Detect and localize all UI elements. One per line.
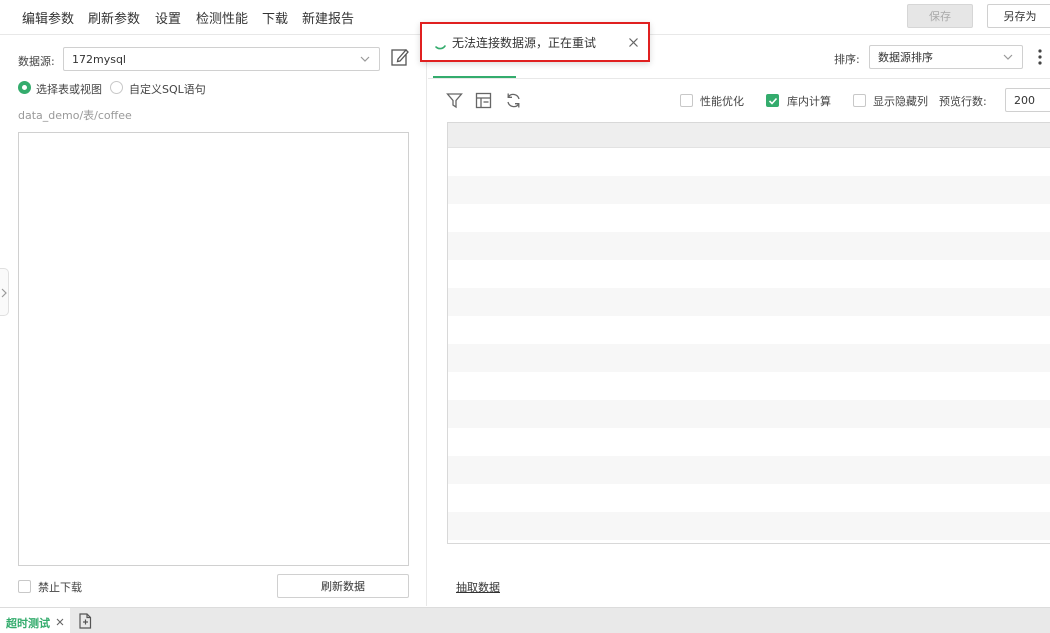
disable-download-checkbox[interactable] [18, 580, 31, 593]
collapse-panel-handle[interactable] [0, 268, 9, 316]
bottom-tab-bar: 超时测试 [0, 607, 1050, 633]
preview-rows-value: 200 [1014, 93, 1035, 107]
menu-edit-params[interactable]: 编辑参数 [22, 8, 74, 27]
grid-row [448, 428, 1050, 456]
menu-settings[interactable]: 设置 [155, 8, 181, 27]
edit-icon[interactable] [390, 47, 410, 67]
toast-message: 无法连接数据源，正在重试 [452, 36, 597, 50]
grid-row [448, 456, 1050, 484]
grid-row [448, 232, 1050, 260]
tab-timeout-test[interactable]: 超时测试 [0, 608, 70, 633]
grid-row [448, 148, 1050, 176]
preview-rows-label: 预览行数: [939, 95, 987, 108]
show-hidden-columns-label: 显示隐藏列 [873, 95, 928, 108]
grid-row [448, 372, 1050, 400]
grid-header [448, 123, 1050, 148]
grid-row [448, 400, 1050, 428]
in-db-calc-label: 库内计算 [787, 95, 831, 108]
tab-divider [428, 78, 1050, 79]
close-icon[interactable] [628, 37, 639, 48]
new-report-icon[interactable] [78, 613, 92, 629]
save-button[interactable]: 保存 [907, 4, 973, 28]
perf-optimize-checkbox[interactable] [680, 94, 693, 107]
preview-rows-input[interactable]: 200 [1005, 88, 1050, 112]
grid-row [448, 484, 1050, 512]
perf-optimize-label: 性能优化 [700, 95, 744, 108]
tab-timeout-test-label: 超时测试 [6, 617, 50, 630]
chevron-down-icon [360, 56, 370, 62]
table-path: data_demo/表/coffee [18, 109, 132, 122]
chevron-right-icon [1, 288, 7, 298]
connection-error-toast: 无法连接数据源，正在重试 [420, 22, 650, 62]
sort-label: 排序: [834, 53, 860, 66]
grid-row [448, 176, 1050, 204]
grid-row [448, 260, 1050, 288]
preview-grid [447, 122, 1050, 544]
menu-download[interactable]: 下载 [262, 8, 288, 27]
loading-spinner-icon [435, 45, 446, 50]
refresh-data-button[interactable]: 刷新数据 [277, 574, 409, 598]
radio-custom-sql-label: 自定义SQL语句 [129, 83, 206, 96]
grid-row [448, 288, 1050, 316]
datasource-label: 数据源: [18, 55, 55, 68]
extract-data-link[interactable]: 抽取数据 [456, 579, 500, 595]
save-as-button[interactable]: 另存为 [987, 4, 1050, 28]
more-options-icon[interactable] [1036, 48, 1044, 66]
sort-select[interactable]: 数据源排序 [869, 45, 1023, 69]
radio-table-view[interactable] [18, 81, 31, 94]
chevron-down-icon [1003, 54, 1013, 60]
tab-close-icon[interactable] [56, 618, 64, 626]
grid-row [448, 316, 1050, 344]
grid-row [448, 204, 1050, 232]
preview-panel: 排序: 数据源排序 性能优化 库内计算 显示隐藏列 预览行数: 200 抽取数据 [428, 36, 1050, 606]
refresh-icon[interactable] [505, 92, 522, 109]
in-db-calc-checkbox[interactable] [766, 94, 779, 107]
sort-value: 数据源排序 [878, 51, 933, 64]
datasource-value: 172mysql [72, 52, 126, 66]
grid-row [448, 344, 1050, 372]
datasource-select[interactable]: 172mysql [63, 47, 380, 71]
radio-table-view-label: 选择表或视图 [36, 83, 102, 96]
radio-custom-sql[interactable] [110, 81, 123, 94]
menu-new-report[interactable]: 新建报告 [302, 8, 354, 27]
grid-row [448, 512, 1050, 540]
show-hidden-columns-checkbox[interactable] [853, 94, 866, 107]
menu-refresh-params[interactable]: 刷新参数 [88, 8, 140, 27]
table-list-area[interactable] [18, 132, 409, 566]
menu-check-performance[interactable]: 检测性能 [196, 8, 248, 27]
filter-icon[interactable] [446, 92, 463, 109]
check-icon [768, 97, 778, 105]
datasource-panel: 数据源: 172mysql 选择表或视图 自定义SQL语句 data_demo/… [0, 36, 427, 606]
field-settings-icon[interactable] [475, 92, 493, 109]
disable-download-label: 禁止下载 [38, 581, 82, 594]
